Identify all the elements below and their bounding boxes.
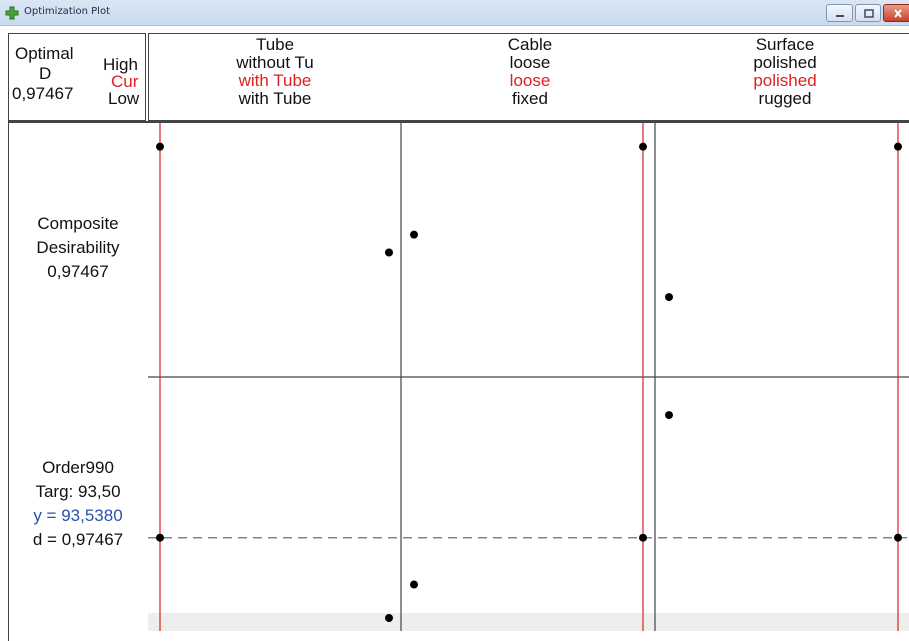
data-point	[639, 142, 647, 151]
data-point	[410, 230, 418, 239]
data-point	[894, 142, 902, 151]
data-point	[385, 248, 393, 257]
data-point	[894, 533, 902, 542]
data-point	[410, 580, 418, 589]
data-point	[156, 533, 164, 542]
data-point	[639, 533, 647, 542]
data-point	[665, 293, 673, 302]
optimization-plots	[148, 121, 909, 631]
data-point	[665, 411, 673, 420]
data-point	[385, 614, 393, 622]
bottom-strip	[148, 613, 909, 631]
data-point	[156, 142, 164, 151]
